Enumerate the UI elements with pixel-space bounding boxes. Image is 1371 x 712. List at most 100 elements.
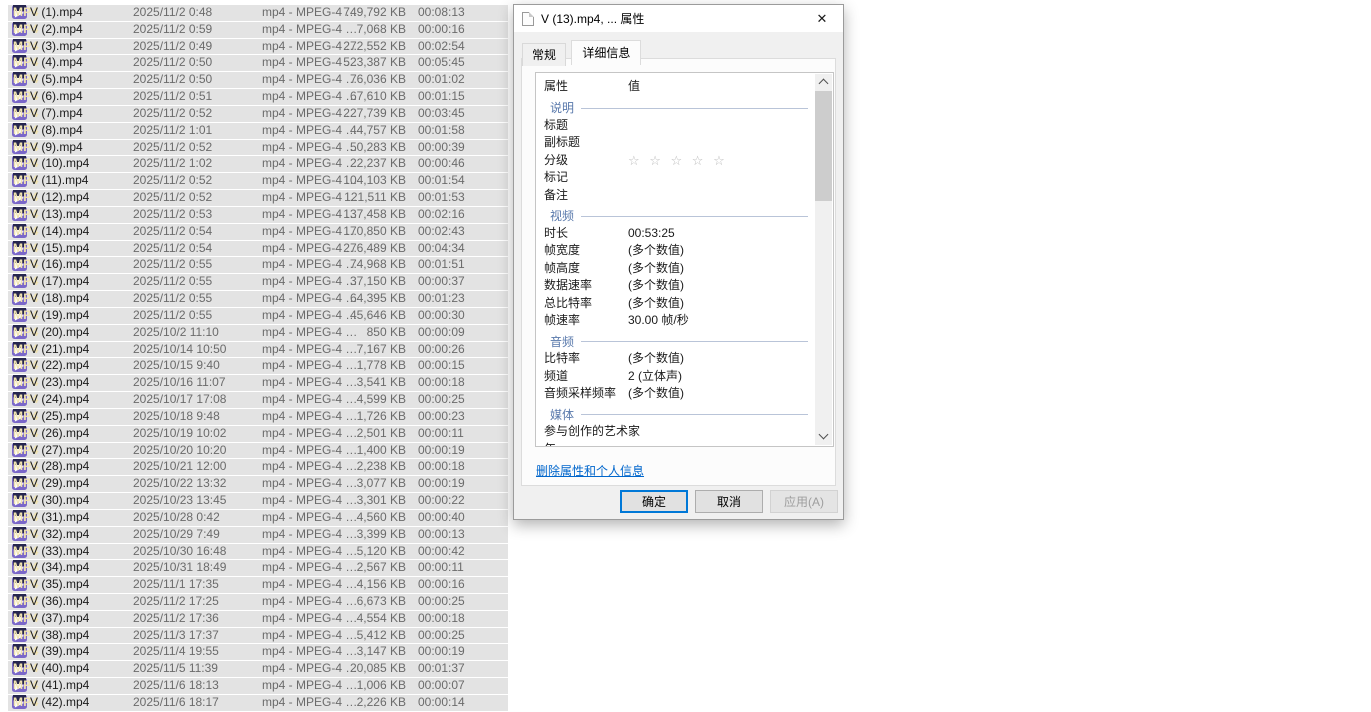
ok-button[interactable]: 确定 xyxy=(620,490,688,513)
file-date-modified: 2025/11/2 0:52 xyxy=(133,173,212,188)
file-date-modified: 2025/11/2 0:55 xyxy=(133,257,212,272)
property-row[interactable]: 数据速率(多个数值) xyxy=(536,277,816,295)
file-name: V (30).mp4 xyxy=(30,493,89,508)
property-row[interactable]: 时长00:53:25 xyxy=(536,225,816,243)
file-row[interactable]: ▶ MP4 V (5).mp4 2025/11/2 0:50 mp4 - MPE… xyxy=(8,72,508,89)
file-row[interactable]: ▶ MP4 V (39).mp4 2025/11/4 19:55 mp4 - M… xyxy=(8,644,508,661)
scroll-up-icon[interactable] xyxy=(815,74,832,91)
file-row[interactable]: ▶ MP4 V (19).mp4 2025/11/2 0:55 mp4 - MP… xyxy=(8,308,508,325)
cancel-button[interactable]: 取消 xyxy=(695,490,763,513)
file-row[interactable]: ▶ MP4 V (27).mp4 2025/10/20 10:20 mp4 - … xyxy=(8,443,508,460)
file-row[interactable]: ▶ MP4 V (4).mp4 2025/11/2 0:50 mp4 - MPE… xyxy=(8,55,508,72)
property-row[interactable]: 频道2 (立体声) xyxy=(536,368,816,386)
property-row[interactable]: 备注 xyxy=(536,187,816,205)
file-name: V (18).mp4 xyxy=(30,291,89,306)
file-row[interactable]: ▶ MP4 V (23).mp4 2025/10/16 11:07 mp4 - … xyxy=(8,375,508,392)
file-row[interactable]: ▶ MP4 V (28).mp4 2025/10/21 12:00 mp4 - … xyxy=(8,459,508,476)
file-row[interactable]: ▶ MP4 V (13).mp4 2025/11/2 0:53 mp4 - MP… xyxy=(8,207,508,224)
property-row[interactable]: 总比特率(多个数值) xyxy=(536,295,816,313)
scrollbar-thumb[interactable] xyxy=(815,91,832,201)
file-row[interactable]: ▶ MP4 V (37).mp4 2025/11/2 17:36 mp4 - M… xyxy=(8,611,508,628)
property-row[interactable]: 帧速率30.00 帧/秒 xyxy=(536,312,816,330)
scroll-down-icon[interactable] xyxy=(815,428,832,445)
mp4-badge: MP4 xyxy=(13,89,26,95)
mp4-badge: MP4 xyxy=(13,22,26,28)
file-duration: 00:00:11 xyxy=(418,426,464,441)
property-row[interactable]: 分级☆ ☆ ☆ ☆ ☆ xyxy=(536,152,816,170)
file-row[interactable]: ▶ MP4 V (42).mp4 2025/11/6 18:17 mp4 - M… xyxy=(8,695,508,712)
mp4-badge: MP4 xyxy=(13,190,26,196)
property-value: 2 (立体声) xyxy=(628,368,682,386)
file-row[interactable]: ▶ MP4 V (29).mp4 2025/10/22 13:32 mp4 - … xyxy=(8,476,508,493)
remove-properties-link[interactable]: 删除属性和个人信息 xyxy=(536,462,644,479)
tab-general[interactable]: 常规 xyxy=(522,43,566,66)
file-row[interactable]: ▶ MP4 V (34).mp4 2025/10/31 18:49 mp4 - … xyxy=(8,560,508,577)
file-properties-icon xyxy=(522,12,534,26)
file-row[interactable]: ▶ MP4 V (8).mp4 2025/11/2 1:01 mp4 - MPE… xyxy=(8,123,508,140)
scrollbar[interactable] xyxy=(815,74,832,445)
file-row[interactable]: ▶ MP4 V (41).mp4 2025/11/6 18:13 mp4 - M… xyxy=(8,678,508,695)
file-size: 2,238 KB xyxy=(313,459,406,474)
file-row[interactable]: ▶ MP4 V (30).mp4 2025/10/23 13:45 mp4 - … xyxy=(8,493,508,510)
file-name: V (25).mp4 xyxy=(30,409,89,424)
file-row[interactable]: ▶ MP4 V (25).mp4 2025/10/18 9:48 mp4 - M… xyxy=(8,409,508,426)
file-row[interactable]: ▶ MP4 V (40).mp4 2025/11/5 11:39 mp4 - M… xyxy=(8,661,508,678)
property-row[interactable]: 参与创作的艺术家 xyxy=(536,423,816,441)
file-row[interactable]: ▶ MP4 V (15).mp4 2025/11/2 0:54 mp4 - MP… xyxy=(8,241,508,258)
file-duration: 00:04:34 xyxy=(418,241,465,256)
file-row[interactable]: ▶ MP4 V (22).mp4 2025/10/15 9:40 mp4 - M… xyxy=(8,358,508,375)
file-row[interactable]: ▶ MP4 V (6).mp4 2025/11/2 0:51 mp4 - MPE… xyxy=(8,89,508,106)
file-row[interactable]: ▶ MP4 V (35).mp4 2025/11/1 17:35 mp4 - M… xyxy=(8,577,508,594)
mp4-badge: MP4 xyxy=(13,291,26,297)
file-size: 7,167 KB xyxy=(313,342,406,357)
file-row[interactable]: ▶ MP4 V (24).mp4 2025/10/17 17:08 mp4 - … xyxy=(8,392,508,409)
file-row[interactable]: ▶ MP4 V (36).mp4 2025/11/2 17:25 mp4 - M… xyxy=(8,594,508,611)
property-row[interactable]: 比特率(多个数值) xyxy=(536,350,816,368)
mp4-badge: MP4 xyxy=(13,274,26,280)
property-label: 标题 xyxy=(544,117,568,135)
file-row[interactable]: ▶ MP4 V (1).mp4 2025/11/2 0:48 mp4 - MPE… xyxy=(8,5,508,22)
file-row[interactable]: ▶ MP4 V (11).mp4 2025/11/2 0:52 mp4 - MP… xyxy=(8,173,508,190)
apply-button[interactable]: 应用(A) xyxy=(770,490,838,513)
file-row[interactable]: ▶ MP4 V (38).mp4 2025/11/3 17:37 mp4 - M… xyxy=(8,628,508,645)
dialog-titlebar[interactable]: V (13).mp4, ... 属性 ✕ xyxy=(514,5,843,32)
property-row[interactable]: 帧宽度(多个数值) xyxy=(536,242,816,260)
file-date-modified: 2025/10/20 10:20 xyxy=(133,443,226,458)
close-icon[interactable]: ✕ xyxy=(801,5,843,32)
file-row[interactable]: ▶ MP4 V (21).mp4 2025/10/14 10:50 mp4 - … xyxy=(8,342,508,359)
tab-details[interactable]: 详细信息 xyxy=(571,40,641,65)
file-row[interactable]: ▶ MP4 V (7).mp4 2025/11/2 0:52 mp4 - MPE… xyxy=(8,106,508,123)
file-row[interactable]: ▶ MP4 V (9).mp4 2025/11/2 0:52 mp4 - MPE… xyxy=(8,140,508,157)
file-row[interactable]: ▶ MP4 V (26).mp4 2025/10/19 10:02 mp4 - … xyxy=(8,426,508,443)
mp4-badge: MP4 xyxy=(13,5,26,11)
mp4-badge: MP4 xyxy=(13,257,26,263)
property-row[interactable]: 帧高度(多个数值) xyxy=(536,260,816,278)
file-name: V (13).mp4 xyxy=(30,207,89,222)
file-row[interactable]: ▶ MP4 V (18).mp4 2025/11/2 0:55 mp4 - MP… xyxy=(8,291,508,308)
file-duration: 00:00:18 xyxy=(418,611,465,626)
file-row[interactable]: ▶ MP4 V (20).mp4 2025/10/2 11:10 mp4 - M… xyxy=(8,325,508,342)
file-row[interactable]: ▶ MP4 V (32).mp4 2025/10/29 7:49 mp4 - M… xyxy=(8,527,508,544)
file-date-modified: 2025/10/14 10:50 xyxy=(133,342,226,357)
file-name: V (23).mp4 xyxy=(30,375,89,390)
property-row[interactable]: 年 xyxy=(536,441,816,448)
mp4-badge: MP4 xyxy=(13,678,26,684)
mp4-file-icon: ▶ MP4 xyxy=(12,358,27,372)
property-row[interactable]: 标题 xyxy=(536,117,816,135)
file-row[interactable]: ▶ MP4 V (17).mp4 2025/11/2 0:55 mp4 - MP… xyxy=(8,274,508,291)
file-row[interactable]: ▶ MP4 V (14).mp4 2025/11/2 0:54 mp4 - MP… xyxy=(8,224,508,241)
file-row[interactable]: ▶ MP4 V (2).mp4 2025/11/2 0:59 mp4 - MPE… xyxy=(8,22,508,39)
file-row[interactable]: ▶ MP4 V (16).mp4 2025/11/2 0:55 mp4 - MP… xyxy=(8,257,508,274)
file-row[interactable]: ▶ MP4 V (10).mp4 2025/11/2 1:02 mp4 - MP… xyxy=(8,156,508,173)
file-row[interactable]: ▶ MP4 V (33).mp4 2025/10/30 16:48 mp4 - … xyxy=(8,544,508,561)
property-row[interactable]: 音频采样频率(多个数值) xyxy=(536,385,816,403)
file-row[interactable]: ▶ MP4 V (3).mp4 2025/11/2 0:49 mp4 - MPE… xyxy=(8,39,508,56)
mp4-file-icon: ▶ MP4 xyxy=(12,594,27,608)
property-row[interactable]: 副标题 xyxy=(536,134,816,152)
mp4-badge: MP4 xyxy=(13,308,26,314)
file-size: 4,554 KB xyxy=(313,611,406,626)
file-size: 227,739 KB xyxy=(313,106,406,121)
file-row[interactable]: ▶ MP4 V (31).mp4 2025/10/28 0:42 mp4 - M… xyxy=(8,510,508,527)
file-row[interactable]: ▶ MP4 V (12).mp4 2025/11/2 0:52 mp4 - MP… xyxy=(8,190,508,207)
property-row[interactable]: 标记 xyxy=(536,169,816,187)
